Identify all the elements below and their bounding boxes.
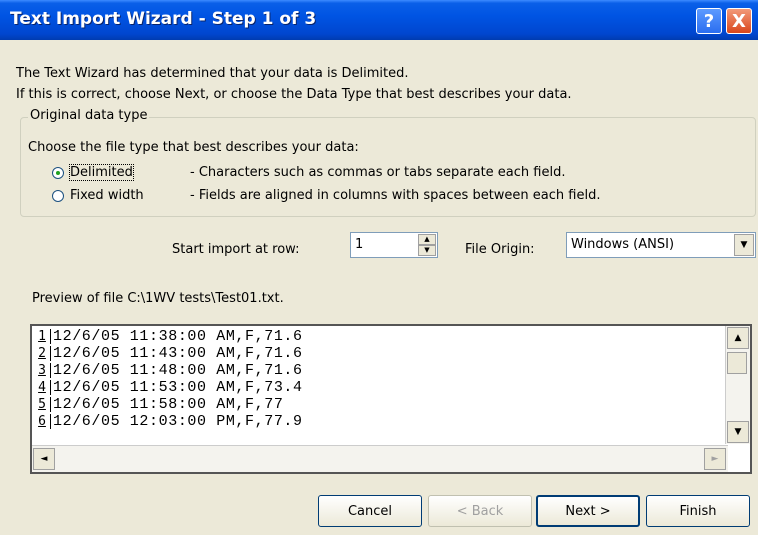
radio-button-fixed-width[interactable] — [52, 189, 64, 202]
radio-desc-delimited: - Characters such as commas or tabs sepa… — [190, 165, 566, 180]
next-button[interactable]: Next > — [536, 495, 640, 527]
row-number: 1 — [34, 329, 51, 344]
radio-label-fixed-width: Fixed width — [70, 188, 144, 203]
preview-row: 2 12/6/05 11:43:00 AM,F,71.6 — [34, 345, 724, 362]
row-text: 12/6/05 11:43:00 AM,F,71.6 — [53, 345, 303, 362]
start-row-stepper[interactable]: 1 ▲ ▼ — [350, 232, 438, 258]
row-text: 12/6/05 11:48:00 AM,F,71.6 — [53, 362, 303, 379]
file-type-prompt: Choose the file type that best describes… — [28, 140, 359, 155]
preview-row: 5 12/6/05 11:58:00 AM,F,77 — [34, 396, 724, 413]
help-button[interactable]: ? — [696, 8, 722, 34]
row-number: 6 — [34, 414, 51, 429]
spin-down-icon[interactable]: ▼ — [418, 245, 436, 256]
scroll-left-icon[interactable]: ◄ — [33, 448, 55, 470]
group-legend: Original data type — [28, 108, 150, 123]
radio-button-delimited[interactable] — [52, 166, 64, 179]
row-number: 2 — [34, 346, 51, 361]
start-import-label: Start import at row: — [172, 242, 300, 257]
close-button[interactable]: X — [726, 8, 752, 34]
start-row-value[interactable]: 1 — [355, 237, 363, 252]
radio-desc-fixed-width: - Fields are aligned in columns with spa… — [190, 188, 601, 203]
intro-line-2: If this is correct, choose Next, or choo… — [16, 87, 572, 102]
vertical-scrollbar[interactable]: ▲ ▼ — [725, 326, 750, 444]
row-text: 12/6/05 12:03:00 PM,F,77.9 — [53, 413, 303, 430]
scroll-up-icon[interactable]: ▲ — [727, 327, 749, 349]
scroll-down-icon[interactable]: ▼ — [727, 421, 749, 443]
preview-row: 1 12/6/05 11:38:00 AM,F,71.6 — [34, 328, 724, 345]
cancel-button[interactable]: Cancel — [318, 495, 422, 527]
finish-button[interactable]: Finish — [646, 495, 750, 527]
row-text: 12/6/05 11:58:00 AM,F,77 — [53, 396, 284, 413]
preview-row: 6 12/6/05 12:03:00 PM,F,77.9 — [34, 413, 724, 430]
row-number: 4 — [34, 380, 51, 395]
scroll-right-icon[interactable]: ► — [704, 448, 726, 470]
chevron-down-icon[interactable]: ▼ — [734, 234, 754, 256]
vertical-scroll-thumb[interactable] — [727, 352, 747, 374]
file-origin-value[interactable]: Windows (ANSI) — [571, 237, 674, 252]
row-number: 5 — [34, 397, 51, 412]
title-bar: Text Import Wizard - Step 1 of 3 ? X — [0, 0, 758, 40]
horizontal-scrollbar[interactable]: ◄ ► — [32, 445, 728, 472]
radio-delimited[interactable]: Delimited - Characters such as commas or… — [52, 164, 566, 181]
preview-row: 4 12/6/05 11:53:00 AM,F,73.4 — [34, 379, 724, 396]
preview-pane[interactable]: 1 12/6/05 11:38:00 AM,F,71.6 2 12/6/05 1… — [30, 324, 752, 474]
radio-label-delimited: Delimited — [69, 164, 134, 181]
intro-line-1: The Text Wizard has determined that your… — [16, 66, 409, 81]
preview-row: 3 12/6/05 11:48:00 AM,F,71.6 — [34, 362, 724, 379]
file-origin-select[interactable]: Windows (ANSI) ▼ — [566, 232, 756, 258]
row-number: 3 — [34, 363, 51, 378]
row-text: 12/6/05 11:38:00 AM,F,71.6 — [53, 328, 303, 345]
file-origin-label: File Origin: — [465, 242, 535, 257]
preview-rows: 1 12/6/05 11:38:00 AM,F,71.6 2 12/6/05 1… — [34, 328, 724, 430]
window-title: Text Import Wizard - Step 1 of 3 — [10, 9, 317, 29]
radio-fixed-width[interactable]: Fixed width - Fields are aligned in colu… — [52, 188, 600, 203]
back-button[interactable]: < Back — [428, 495, 532, 527]
row-text: 12/6/05 11:53:00 AM,F,73.4 — [53, 379, 303, 396]
preview-label: Preview of file C:\1WV tests\Test01.txt. — [32, 291, 284, 306]
spin-up-icon[interactable]: ▲ — [418, 234, 436, 245]
